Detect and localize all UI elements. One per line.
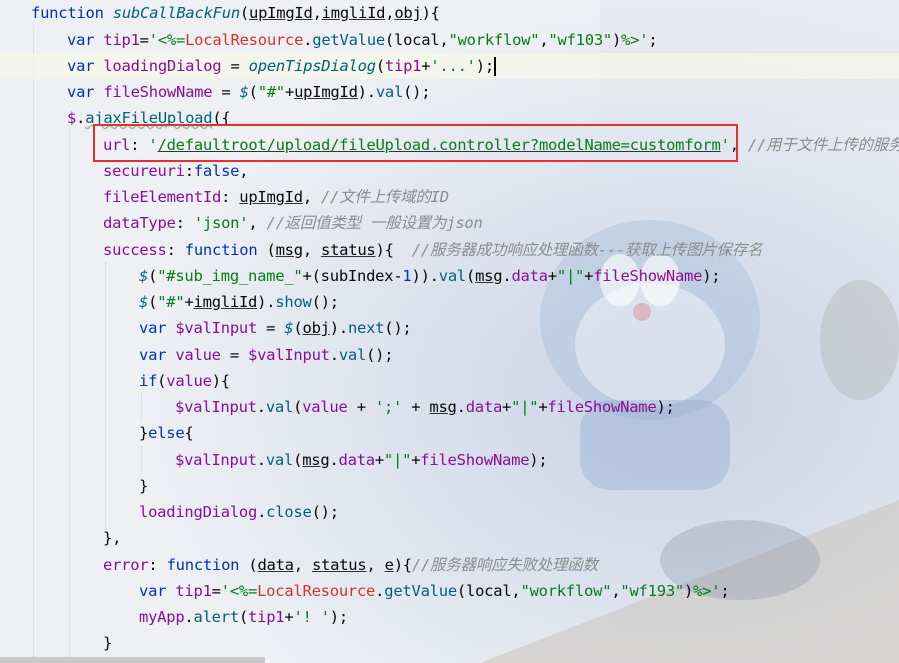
code-line-19[interactable]: } [139,473,148,499]
text-caret [493,57,496,76]
code-line-25[interactable]: } [103,630,112,656]
code-line-12[interactable]: $("#"+imgliId).show(); [139,289,339,315]
code-line-13[interactable]: var $valInput = $(obj).next(); [139,315,412,341]
indent-guide [105,262,106,532]
code-line-1[interactable]: function subCallBackFun(upImgId,imgliId,… [31,0,440,26]
indent-guide [141,392,142,420]
code-editor[interactable]: function subCallBackFun(upImgId,imgliId,… [0,0,899,663]
horizontal-scrollbar[interactable] [0,657,265,663]
code-line-16[interactable]: $valInput.val(value + ';' + msg.data+"|"… [175,394,675,420]
indent-guide [69,130,70,663]
code-line-11[interactable]: $("#sub_img_name_"+(subIndex-1)).val(msg… [139,263,721,289]
indent-guide [33,26,34,663]
code-line-8[interactable]: fileElementId: upImgId, //文件上传域的ID [103,184,449,210]
code-line-10[interactable]: success: function (msg, status){ //服务器成功… [103,237,763,263]
code-line-18[interactable]: $valInput.val(msg.data+"|"+fileShowName)… [175,447,548,473]
code-line-22[interactable]: error: function (data, status, e){//服务器响… [103,552,598,578]
code-line-20[interactable]: loadingDialog.close(); [139,499,339,525]
code-line-9[interactable]: dataType: 'json', //返回值类型 一般设置为json [103,210,483,236]
code-line-17[interactable]: }else{ [139,420,194,446]
code-line-4[interactable]: var fileShowName = $("#"+upImgId).val(); [67,79,431,105]
code-line-23[interactable]: var tip1='<%=LocalResource.getValue(loca… [139,578,730,604]
red-highlight-box [93,124,738,162]
code-line-3-current[interactable]: var loadingDialog = openTipsDialog(tip1+… [0,53,899,79]
code-line-21[interactable]: }, [103,525,121,551]
code-line-14[interactable]: var value = $valInput.val(); [139,342,394,368]
code-line-24[interactable]: myApp.alert(tip1+'! '); [139,604,348,630]
code-line-2[interactable]: var tip1='<%=LocalResource.getValue(loca… [67,27,658,53]
indent-guide [141,446,142,474]
code-line-15[interactable]: if(value){ [139,368,230,394]
